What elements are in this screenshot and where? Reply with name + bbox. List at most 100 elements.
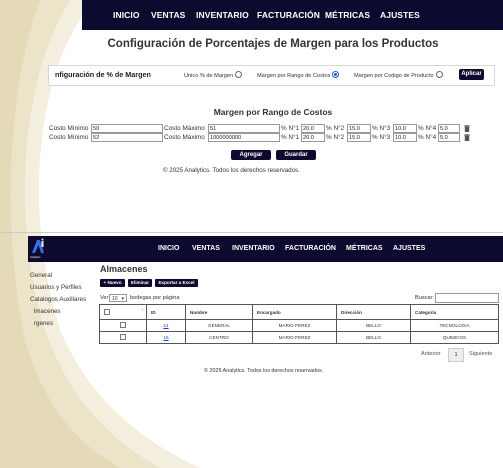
analytics-logo[interactable]: Analytics: [28, 236, 48, 262]
col-header-id[interactable]: ID: [146, 304, 186, 320]
nav-item-facturacion[interactable]: FACTURACIÓN: [285, 245, 336, 252]
sidebar-item-users[interactable]: Usuarios y Perfiles: [30, 284, 82, 291]
nav-item-metricas[interactable]: MÉTRICAS: [325, 10, 370, 20]
row-id-link[interactable]: 14: [163, 323, 168, 328]
show-prefix-label: Ver: [100, 295, 109, 301]
trash-icon[interactable]: [464, 125, 470, 132]
show-suffix-label: bodegas por página: [130, 295, 180, 301]
logo-text: Analytics: [30, 256, 41, 259]
cell-manager: MARIO PEREZ: [252, 331, 337, 344]
option-cost-range-label: Margen por Rango de Costos: [257, 73, 331, 79]
pct1-label: % N°1: [281, 125, 300, 132]
option-single-margin[interactable]: Unico % de Margen: [184, 71, 243, 79]
col-header-manager[interactable]: Encargado: [252, 304, 337, 320]
option-cost-range[interactable]: Margen por Rango de Costos: [257, 71, 340, 79]
select-all-header[interactable]: ↑: [99, 304, 147, 320]
nav-item-ajustes[interactable]: AJUSTES: [380, 10, 420, 20]
config-bar-label: nfiguración de % de Margen: [55, 70, 151, 79]
export-excel-button[interactable]: Exportar a Excel: [155, 279, 198, 287]
pct3-input[interactable]: 10.0: [393, 133, 417, 142]
cell-id: 14: [146, 319, 186, 332]
nav-item-inventario[interactable]: INVENTARIO: [232, 245, 275, 252]
option-product-code-label: Margen por Codigo de Producto: [354, 73, 434, 79]
nav-item-metricas[interactable]: MÉTRICAS: [346, 245, 383, 252]
pct3-label: % N°3: [372, 134, 391, 141]
nav-item-ventas[interactable]: VENTAS: [151, 10, 185, 20]
radio-single-margin[interactable]: [235, 71, 243, 78]
sidebar-item-general[interactable]: General: [30, 272, 52, 279]
section-divider: [0, 232, 503, 233]
cell-name: CENTRO: [185, 331, 253, 344]
pct4-input[interactable]: 5.0: [438, 133, 460, 142]
radio-product-code[interactable]: [435, 71, 443, 78]
row-checkbox[interactable]: [120, 322, 126, 328]
nav-item-ajustes[interactable]: AJUSTES: [393, 245, 425, 252]
min-cost-label: Costo Mínimo: [49, 134, 89, 141]
row-checkbox[interactable]: [120, 334, 126, 340]
save-button[interactable]: Guardar: [276, 150, 316, 160]
pct4-label: % N°4: [418, 134, 437, 141]
cell-address: BELLO: [336, 331, 411, 344]
page-size-value: 10: [112, 296, 118, 302]
row-id-link[interactable]: 15: [163, 335, 168, 340]
pct1-input[interactable]: 20.0: [301, 133, 325, 142]
sidebar-item-warehouses[interactable]: lmacenes: [34, 308, 60, 315]
radio-cost-range[interactable]: [332, 71, 340, 78]
trash-icon[interactable]: [464, 134, 470, 141]
nav-item-facturacion[interactable]: FACTURACIÓN: [257, 10, 320, 20]
pct4-input[interactable]: 5.0: [438, 124, 460, 133]
footer-copyright: © 2025 Analytics. Todos los derechos res…: [163, 167, 300, 174]
option-single-margin-label: Unico % de Margen: [184, 73, 234, 79]
pct1-label: % N°1: [281, 134, 300, 141]
max-cost-input[interactable]: 51: [208, 124, 280, 133]
col-header-category[interactable]: Categoría: [410, 304, 499, 320]
min-cost-label: Costo Mínimo: [49, 125, 89, 132]
option-product-code[interactable]: Margen por Codigo de Producto: [354, 71, 443, 79]
row-select-cell[interactable]: [99, 331, 147, 344]
pct1-input[interactable]: 20.0: [301, 124, 325, 133]
search-input[interactable]: [435, 293, 499, 303]
col-header-address[interactable]: Dirección: [336, 304, 411, 320]
bottom-navbar: INICIO VENTAS INVENTARIO FACTURACIÓN MÉT…: [28, 236, 503, 262]
delete-button[interactable]: Eliminar: [128, 279, 152, 287]
table-header-row: ↑ ID Nombre Encargado Dirección Categorí…: [99, 304, 499, 320]
top-navbar: INICIO VENTAS INVENTARIO FACTURACIÓN MÉT…: [82, 0, 503, 30]
page-title: Configuración de Porcentajes de Margen p…: [107, 38, 439, 50]
max-cost-label: Costo Máximo: [164, 134, 205, 141]
row-select-cell[interactable]: [99, 319, 147, 332]
footer-copyright: © 2025 Analytics. Todos los derechos res…: [204, 368, 324, 374]
nav-item-inventario[interactable]: INVENTARIO: [196, 10, 249, 20]
min-cost-input[interactable]: 52: [91, 133, 163, 142]
prev-page-button[interactable]: Anterior: [421, 351, 441, 357]
chevron-down-icon: ▾: [121, 296, 124, 302]
col-header-name[interactable]: Nombre: [185, 304, 253, 320]
table-row: 14 GENERAL MARIO PEREZ BELLO TECNOLOGIA: [99, 319, 499, 332]
pct3-label: % N°3: [372, 125, 391, 132]
next-page-button[interactable]: Siguiente: [469, 351, 492, 357]
margin-config-bar: nfiguración de % de Margen Unico % de Ma…: [48, 65, 495, 86]
pct2-label: % N°2: [326, 125, 345, 132]
pct2-input[interactable]: 15.0: [347, 124, 371, 133]
pct4-label: % N°4: [418, 125, 437, 132]
sidebar-item-margins[interactable]: rgenes: [34, 320, 53, 327]
nav-item-inicio[interactable]: INICIO: [158, 245, 179, 252]
table-row: 15 CENTRO MARIO PEREZ BELLO QUIMICOS: [99, 331, 499, 344]
select-all-checkbox[interactable]: [104, 308, 110, 315]
cell-category: TECNOLOGIA: [410, 319, 499, 332]
cost-range-row: Costo Mínimo 52 Costo Máximo 1000000000 …: [49, 133, 479, 143]
page-size-select[interactable]: 10 ▾: [109, 294, 127, 302]
nav-item-inicio[interactable]: INICIO: [113, 10, 140, 20]
add-button[interactable]: Agregar: [231, 150, 271, 160]
pct2-input[interactable]: 15.0: [347, 133, 371, 142]
cell-manager: MARIO PEREZ: [252, 319, 337, 332]
cell-address: BELLO: [336, 319, 411, 332]
sidebar-item-catalogs[interactable]: Catalogos Auxiliares: [30, 296, 86, 303]
page-number-button[interactable]: 1: [448, 348, 464, 362]
max-cost-input[interactable]: 1000000000: [208, 133, 280, 142]
apply-button[interactable]: Aplicar: [459, 69, 484, 80]
section-subtitle: Margen por Rango de Costos: [213, 107, 333, 117]
nav-item-ventas[interactable]: VENTAS: [192, 245, 220, 252]
min-cost-input[interactable]: 50: [91, 124, 163, 133]
new-button[interactable]: + Nuevo: [100, 279, 125, 287]
pct3-input[interactable]: 10.0: [393, 124, 417, 133]
